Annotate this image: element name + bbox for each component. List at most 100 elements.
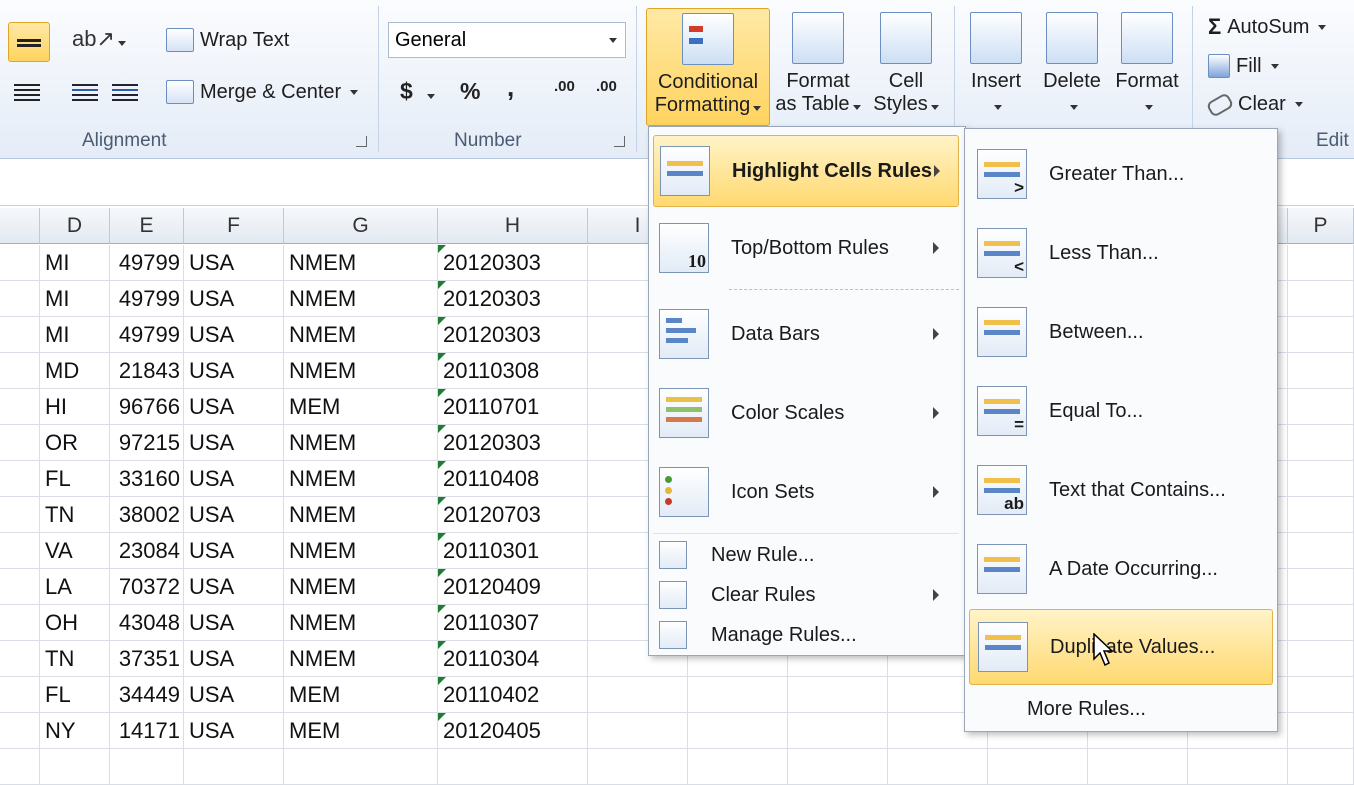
cell[interactable]: NMEM <box>284 317 438 353</box>
cell[interactable]: 20120409 <box>438 569 588 605</box>
cell[interactable]: USA <box>184 533 284 569</box>
cell[interactable] <box>688 713 788 749</box>
cell[interactable]: FL <box>40 461 110 497</box>
cell[interactable]: USA <box>184 713 284 749</box>
cell[interactable]: 20120303 <box>438 425 588 461</box>
cell[interactable]: TN <box>40 641 110 677</box>
cell[interactable]: MI <box>40 281 110 317</box>
cell[interactable]: 14171 <box>110 713 184 749</box>
cell[interactable] <box>110 749 184 785</box>
cell[interactable] <box>1288 281 1354 317</box>
cell[interactable]: OR <box>40 425 110 461</box>
cell[interactable]: VA <box>40 533 110 569</box>
cell[interactable] <box>1288 641 1354 677</box>
cell[interactable] <box>0 605 40 641</box>
cell[interactable] <box>0 317 40 353</box>
cell[interactable] <box>1288 713 1354 749</box>
cell[interactable] <box>284 749 438 785</box>
cell[interactable] <box>1288 461 1354 497</box>
submenu-item-7[interactable]: Duplicate Values... <box>969 609 1273 685</box>
cell[interactable] <box>588 677 688 713</box>
menu-item-manage-rules[interactable]: Manage Rules... <box>653 617 957 653</box>
cell[interactable] <box>688 677 788 713</box>
wrap-text-button[interactable]: Wrap Text <box>166 28 289 52</box>
cell[interactable]: 38002 <box>110 497 184 533</box>
cell[interactable] <box>184 749 284 785</box>
decrease-indent-button[interactable] <box>72 80 102 106</box>
align-middle-button[interactable] <box>8 22 50 62</box>
submenu-item-5[interactable]: ab Text that Contains... <box>969 453 1271 527</box>
cell[interactable] <box>888 749 988 785</box>
cell[interactable]: 20120405 <box>438 713 588 749</box>
cell[interactable]: NMEM <box>284 461 438 497</box>
cell[interactable] <box>0 497 40 533</box>
increase-indent-button[interactable] <box>112 80 142 106</box>
cell[interactable]: 20120303 <box>438 245 588 281</box>
cell[interactable] <box>788 713 888 749</box>
cell[interactable] <box>1288 317 1354 353</box>
menu-item-icon-sets[interactable]: Icon Sets <box>653 457 957 527</box>
cell[interactable] <box>40 749 110 785</box>
format-as-table-button[interactable]: Format as Table <box>772 8 864 116</box>
cell[interactable]: USA <box>184 677 284 713</box>
cell[interactable] <box>438 749 588 785</box>
cell[interactable] <box>1288 389 1354 425</box>
column-header-h[interactable]: H <box>438 208 588 244</box>
cell[interactable]: 20120303 <box>438 281 588 317</box>
cell[interactable]: NMEM <box>284 569 438 605</box>
cell[interactable] <box>988 749 1088 785</box>
cell[interactable]: 20110307 <box>438 605 588 641</box>
cell[interactable]: NMEM <box>284 605 438 641</box>
cell[interactable] <box>0 245 40 281</box>
fill-button[interactable]: Fill <box>1208 54 1279 78</box>
number-dialog-launcher-icon[interactable] <box>614 136 625 147</box>
cell[interactable]: 20110301 <box>438 533 588 569</box>
cell[interactable]: 49799 <box>110 281 184 317</box>
cell[interactable]: 37351 <box>110 641 184 677</box>
percent-button[interactable]: % <box>460 78 480 105</box>
cell-styles-button[interactable]: Cell Styles <box>866 8 946 116</box>
menu-item-top-bottom-rules[interactable]: 10 Top/Bottom Rules <box>653 213 957 283</box>
cell[interactable] <box>1288 497 1354 533</box>
cell[interactable]: 49799 <box>110 317 184 353</box>
cell[interactable] <box>1288 677 1354 713</box>
column-header-g[interactable]: G <box>284 208 438 244</box>
menu-item-highlight-cells-rules[interactable]: Highlight Cells Rules <box>653 135 959 207</box>
cell[interactable] <box>0 677 40 713</box>
cell[interactable]: FL <box>40 677 110 713</box>
cell[interactable]: 96766 <box>110 389 184 425</box>
insert-button[interactable]: Insert <box>962 8 1030 116</box>
cell[interactable]: 20120703 <box>438 497 588 533</box>
cell[interactable]: 49799 <box>110 245 184 281</box>
cell[interactable] <box>1088 749 1188 785</box>
decrease-decimal-button[interactable]: .00 <box>596 79 617 94</box>
cell[interactable] <box>1288 353 1354 389</box>
cell[interactable] <box>0 641 40 677</box>
cell[interactable]: NMEM <box>284 245 438 281</box>
cell[interactable]: NMEM <box>284 281 438 317</box>
cell[interactable]: NY <box>40 713 110 749</box>
cell[interactable]: USA <box>184 461 284 497</box>
cell[interactable]: 70372 <box>110 569 184 605</box>
cell[interactable]: 33160 <box>110 461 184 497</box>
cell[interactable]: 20110308 <box>438 353 588 389</box>
cell[interactable]: USA <box>184 389 284 425</box>
cell[interactable] <box>0 713 40 749</box>
cell[interactable]: TN <box>40 497 110 533</box>
currency-button[interactable]: $ <box>400 78 435 105</box>
menu-item-color-scales[interactable]: Color Scales <box>653 378 957 448</box>
cell[interactable] <box>0 569 40 605</box>
cell[interactable]: 97215 <box>110 425 184 461</box>
menu-item-new-rule[interactable]: New Rule... <box>653 537 957 573</box>
cell[interactable]: USA <box>184 281 284 317</box>
cell[interactable]: NMEM <box>284 425 438 461</box>
cell[interactable] <box>0 749 40 785</box>
cell[interactable] <box>1288 533 1354 569</box>
cell[interactable]: MI <box>40 317 110 353</box>
orientation-button[interactable]: ab↗ <box>72 26 126 52</box>
cell[interactable]: USA <box>184 317 284 353</box>
cell[interactable]: USA <box>184 425 284 461</box>
number-format-select[interactable]: General <box>388 22 626 58</box>
cell[interactable]: NMEM <box>284 353 438 389</box>
cell[interactable]: NMEM <box>284 533 438 569</box>
